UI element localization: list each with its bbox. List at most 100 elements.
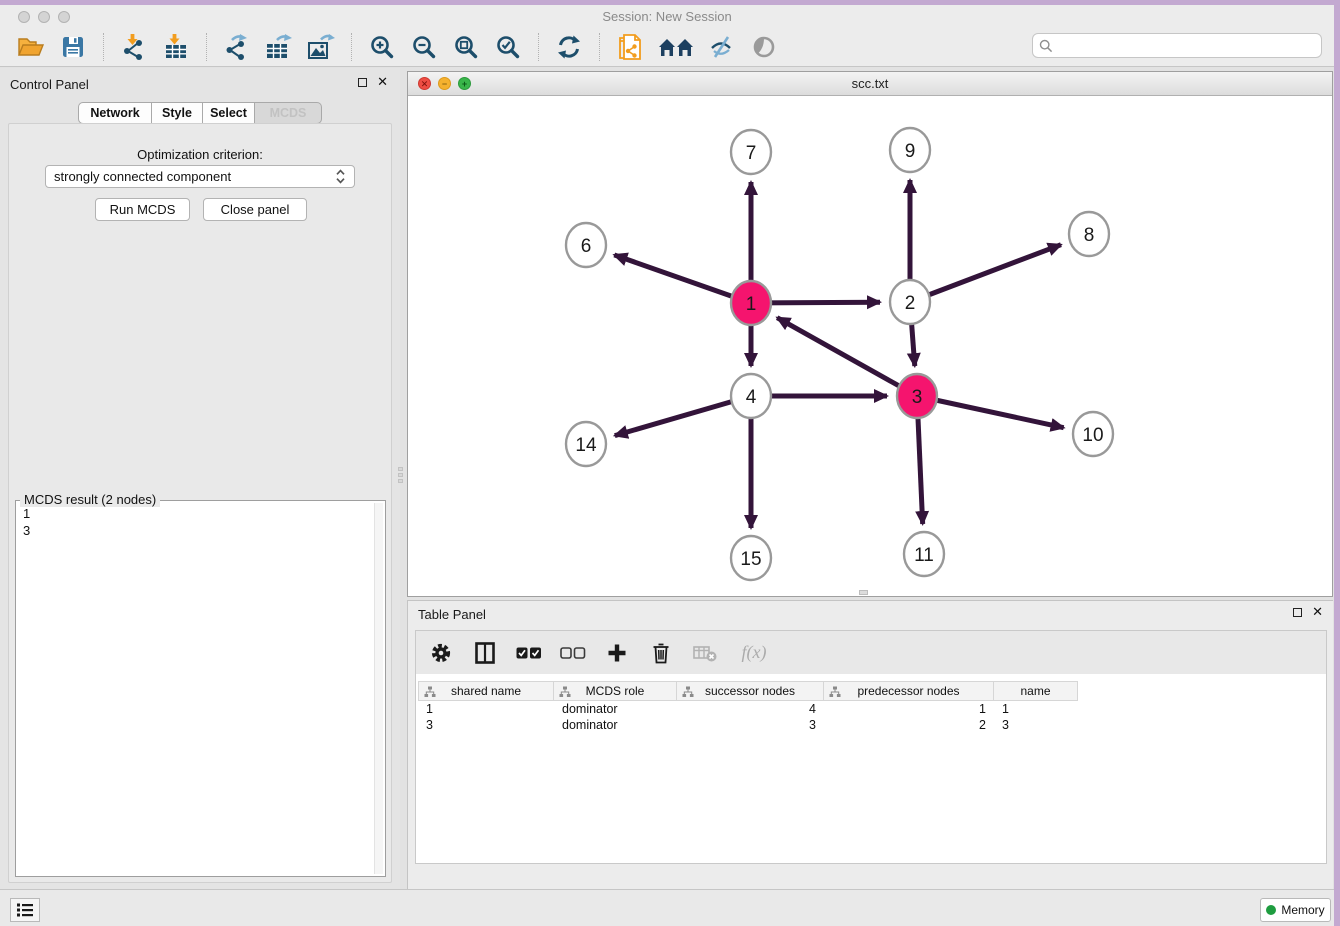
table-cell[interactable]: 1 [824,701,994,717]
svg-text:2: 2 [905,293,916,314]
toolbar-separator [103,33,104,61]
close-panel-icon[interactable]: ✕ [377,77,388,87]
column-header-name[interactable]: name [994,681,1078,701]
table-panel-box: f(x) shared nameMCDS rolesuccessor nodes… [415,630,1327,864]
zoom-out-button[interactable] [408,31,440,63]
graph-node-8[interactable]: 8 [1069,212,1109,256]
close-panel-button[interactable]: Close panel [203,198,307,221]
deselect-all-columns-button[interactable] [560,640,586,666]
table-row[interactable]: 3dominator323 [418,717,1324,733]
table-settings-button[interactable] [428,640,454,666]
edge-3-10[interactable] [917,396,1064,428]
first-neighbors-button[interactable] [656,31,696,63]
eye-slash-icon [708,34,736,60]
table-row[interactable]: 1dominator411 [418,701,1324,717]
search-icon [1039,39,1053,53]
delete-column-button[interactable] [648,640,674,666]
tab-network[interactable]: Network [78,102,152,124]
network-window-title: scc.txt [408,76,1332,91]
float-table-panel-icon[interactable] [1293,608,1302,617]
panel-splitter-handle[interactable] [397,465,404,485]
table-cell[interactable]: 1 [994,701,1078,717]
graph-node-10[interactable]: 10 [1073,412,1113,456]
network-window-titlebar[interactable]: ✕ − + scc.txt [408,72,1332,96]
result-scrollbar[interactable] [374,503,383,874]
show-column-panel-button[interactable] [472,640,498,666]
graph-node-7[interactable]: 7 [731,130,771,174]
network-graph[interactable]: 1 2 3 4 6 7 8 9 10 11 14 15 [408,96,1332,596]
mcds-result-text[interactable]: 1 3 [18,505,373,874]
trash-icon [652,642,670,664]
control-panel-title: Control Panel [10,77,89,92]
column-tree-icon [424,686,436,698]
table-cell[interactable]: dominator [554,701,677,717]
export-table-icon [265,34,293,60]
graph-node-2[interactable]: 2 [890,280,930,324]
table-cell[interactable]: 4 [677,701,824,717]
edge-2-8[interactable] [910,245,1061,302]
svg-text:15: 15 [740,549,761,570]
table-cell[interactable]: 2 [824,717,994,733]
graph-node-11[interactable]: 11 [904,532,944,576]
function-builder-button[interactable]: f(x) [736,640,772,666]
select-stepper-icon [335,168,346,185]
float-panel-icon[interactable] [358,78,367,87]
graph-node-1[interactable]: 1 [731,281,771,325]
network-file-icon [617,33,643,61]
graph-node-15[interactable]: 15 [731,536,771,580]
svg-text:1: 1 [746,294,757,315]
node-table[interactable]: shared nameMCDS rolesuccessor nodesprede… [418,681,1324,733]
tab-style[interactable]: Style [152,102,203,124]
graph-node-14[interactable]: 14 [566,422,606,466]
tab-mcds[interactable]: MCDS [255,102,322,124]
graph-node-4[interactable]: 4 [731,374,771,418]
export-table-button[interactable] [263,31,295,63]
import-network-button[interactable] [118,31,150,63]
table-cell[interactable]: 1 [418,701,554,717]
zoom-in-button[interactable] [366,31,398,63]
close-table-panel-icon[interactable]: ✕ [1312,607,1323,617]
canvas-resize-handle[interactable] [859,590,868,595]
create-column-button[interactable] [604,640,630,666]
zoom-selected-button[interactable] [492,31,524,63]
hide-selected-button[interactable] [706,31,738,63]
edge-1-6[interactable] [614,255,751,303]
svg-text:8: 8 [1084,225,1095,246]
app-window: Session: New Session [0,5,1334,926]
column-header-successor-nodes[interactable]: successor nodes [677,681,824,701]
delete-table-button[interactable] [692,640,718,666]
table-cell[interactable]: 3 [677,717,824,733]
table-cell[interactable]: 3 [994,717,1078,733]
zoom-fit-button[interactable] [450,31,482,63]
graph-node-3[interactable]: 3 [897,374,937,418]
network-from-file-button[interactable] [614,31,646,63]
export-image-button[interactable] [305,31,337,63]
column-header-shared-name[interactable]: shared name [418,681,554,701]
task-history-button[interactable] [10,898,40,922]
table-cell[interactable]: dominator [554,717,677,733]
search-input[interactable] [1053,36,1321,56]
open-session-button[interactable] [15,31,47,63]
table-cell[interactable]: 3 [418,717,554,733]
search-box[interactable] [1032,33,1322,58]
import-table-icon [163,34,189,60]
column-header-mcds-role[interactable]: MCDS role [554,681,677,701]
table-header-row: shared nameMCDS rolesuccessor nodesprede… [418,681,1324,701]
show-all-button[interactable] [748,31,780,63]
graph-node-6[interactable]: 6 [566,223,606,267]
graph-node-9[interactable]: 9 [890,128,930,172]
select-all-columns-button[interactable] [516,640,542,666]
export-network-button[interactable] [221,31,253,63]
unchecked-boxes-icon [560,646,586,660]
column-header-predecessor-nodes[interactable]: predecessor nodes [824,681,994,701]
apply-layout-button[interactable] [553,31,585,63]
network-canvas[interactable]: 1 2 3 4 6 7 8 9 10 11 14 15 [408,96,1332,596]
import-table-button[interactable] [160,31,192,63]
run-mcds-button[interactable]: Run MCDS [95,198,190,221]
edge-3-1[interactable] [777,318,917,396]
criterion-select[interactable]: strongly connected component [45,165,355,188]
save-session-button[interactable] [57,31,89,63]
tab-select[interactable]: Select [203,102,255,124]
memory-button[interactable]: Memory [1260,898,1331,922]
export-network-icon [224,34,250,60]
